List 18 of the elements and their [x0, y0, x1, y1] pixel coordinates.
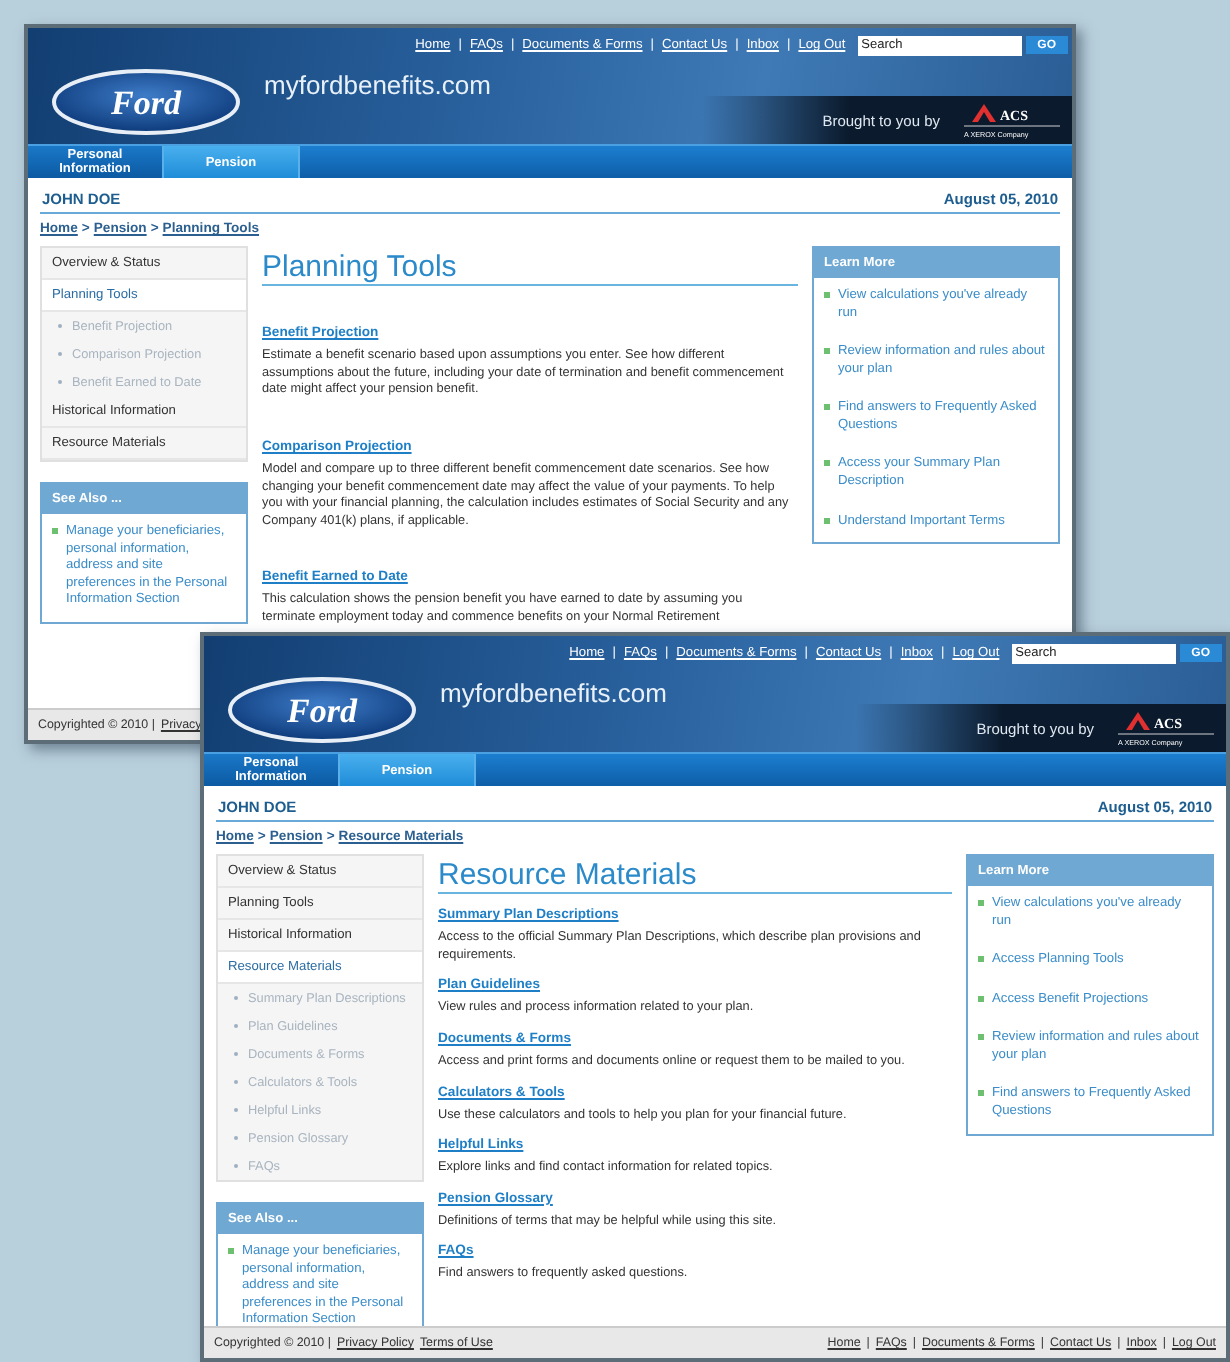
square-bullet-icon	[824, 292, 830, 298]
page-title: Planning Tools	[262, 246, 798, 286]
square-bullet-icon	[978, 900, 984, 906]
square-bullet-icon	[824, 404, 830, 411]
ford-logo: Ford	[226, 675, 418, 743]
ford-logo: Ford	[50, 67, 242, 135]
square-bullet-icon	[978, 995, 984, 1002]
square-bullet-icon	[978, 1034, 984, 1041]
square-bullet-icon	[978, 956, 984, 963]
square-bullet-icon	[824, 460, 830, 467]
square-bullet-icon	[228, 1248, 234, 1254]
site-name: myfordbenefits.com	[264, 70, 491, 100]
square-bullet-icon	[824, 517, 830, 523]
square-bullet-icon	[824, 348, 830, 355]
site-name: myfordbenefits.com	[440, 678, 667, 708]
square-bullet-icon	[52, 528, 58, 534]
page-title: Resource Materials	[438, 854, 952, 894]
square-bullet-icon	[978, 1090, 984, 1097]
